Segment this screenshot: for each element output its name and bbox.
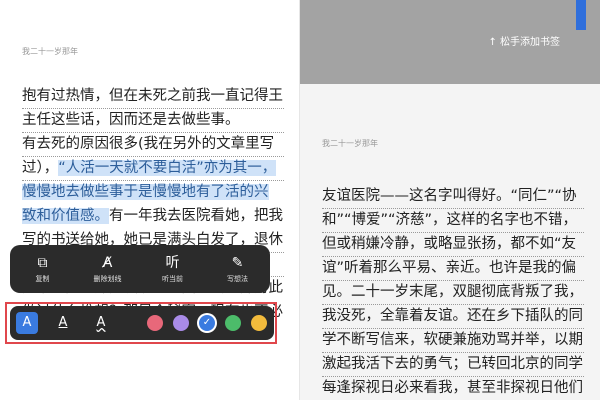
bookmark-hint: ↑ 松手添加书签 — [488, 37, 560, 48]
bookmark-pull-area[interactable]: ↑ 松手添加书签 — [300, 0, 600, 84]
text-segment[interactable]: 见。二十一岁末尾，双腿彻底背叛了我， — [322, 284, 583, 300]
fill-style-button[interactable]: A — [16, 312, 38, 334]
bookmark-ribbon-icon — [576, 0, 586, 30]
text-line[interactable]: 过），“人活一天就不要白活”亦为其一， — [22, 156, 284, 181]
color-swatch-green[interactable] — [225, 315, 241, 331]
text-segment[interactable]: 和”“博爱”“济慈”，这样的名字也不错， — [322, 212, 577, 228]
text-line[interactable]: 学不断写信来，软硬兼施劝骂并举，以期 — [322, 328, 584, 353]
color-swatch-purple[interactable] — [173, 315, 189, 331]
chapter-header: 我二十一岁那年 — [22, 47, 78, 56]
text-segment[interactable]: 我没死，全靠着友谊。还在乡下插队的同 — [322, 308, 583, 324]
selection-toolbar: ⧉ 复制 A̸ 删除划线 听听当前 ✎ 写想法 — [10, 245, 270, 293]
listen-button[interactable]: 听听当前 — [140, 245, 205, 293]
text-segment[interactable]: 有一年我去医院看她，把我 — [109, 208, 283, 224]
chapter-header: 我二十一岁那年 — [322, 139, 378, 148]
wavy-style-button[interactable]: A — [90, 312, 112, 334]
text-line[interactable]: 我没死，全靠着友谊。还在乡下插队的同 — [322, 304, 584, 329]
listen-label: 听当前 — [162, 275, 183, 283]
color-swatch-yellow[interactable] — [251, 315, 267, 331]
delete-underline-icon: A̸ — [102, 255, 113, 271]
text-segment[interactable]: 有去死的原因很多(我在另外的文章里写 — [22, 136, 274, 152]
text-line[interactable]: 但或稍嫌冷静，或略显张扬，都不如“友 — [322, 232, 584, 257]
text-line[interactable]: 谊”听着那么平易、亲近。也许是我的偏 — [322, 256, 584, 281]
underline-style-button[interactable]: A — [52, 312, 74, 334]
text-line[interactable]: 慢慢地去做些事于是慢慢地有了活的兴 — [22, 180, 284, 204]
text-line[interactable]: 致和价值感。有一年我去医院看她，把我 — [22, 204, 284, 228]
copy-button[interactable]: ⧉ 复制 — [10, 245, 75, 293]
text-segment[interactable]: 但或稍嫌冷静，或略显张扬，都不如“友 — [322, 236, 576, 252]
text-line[interactable]: 和”“博爱”“济慈”，这样的名字也不错， — [322, 208, 584, 233]
highlighted-text[interactable]: “人活一天就不要白活”亦为其一， — [58, 160, 277, 176]
text-line[interactable]: 抱有过热情，但在未死之前我一直记得王 — [22, 84, 284, 109]
text-segment[interactable]: 谊”听着那么平易、亲近。也许是我的偏 — [322, 260, 576, 276]
reader-page-right[interactable]: ↑ 松手添加书签 我二十一岁那年 友谊医院——这名字叫得好。“同仁”“协 和”“博… — [300, 0, 600, 400]
text-line[interactable]: 主任这些话，因而还是去做些事。 — [22, 108, 284, 133]
write-thought-label: 写想法 — [227, 275, 248, 283]
text-segment[interactable]: 友谊医院——这名字叫得好。“同仁”“协 — [322, 188, 577, 204]
text-line[interactable]: 每逢探视日必来看我，甚至非探视日他们 — [322, 376, 584, 400]
highlighted-text[interactable]: 慢慢地去做些事于是慢慢地有了活的兴 — [22, 184, 269, 200]
text-segment[interactable]: 主任这些话，因而还是去做些事。 — [22, 112, 240, 128]
text-segment[interactable]: 抱有过热情，但在未死之前我一直记得王 — [22, 88, 283, 104]
text-line[interactable]: 友谊医院——这名字叫得好。“同仁”“协 — [322, 184, 584, 209]
write-thought-icon: ✎ — [231, 255, 244, 271]
copy-label: 复制 — [35, 275, 50, 283]
color-swatch-red[interactable] — [147, 315, 163, 331]
text-segment[interactable]: 每逢探视日必来看我，甚至非探视日他们 — [322, 380, 583, 396]
highlighted-text[interactable]: 致和价值感。 — [22, 208, 109, 224]
color-swatch-blue[interactable]: ✓ — [199, 315, 215, 331]
highlight-style-bar: A A A ✓ — [10, 306, 274, 340]
text-line[interactable]: 有去死的原因很多(我在另外的文章里写 — [22, 132, 284, 157]
text-segment[interactable]: 过）， — [22, 160, 58, 176]
copy-icon: ⧉ — [37, 255, 48, 271]
delete-underline-button[interactable]: A̸ 删除划线 — [75, 245, 140, 293]
text-line[interactable]: 见。二十一岁末尾，双腿彻底背叛了我， — [322, 280, 584, 305]
text-segment[interactable]: 激起我活下去的勇气；已转回北京的同学 — [322, 356, 583, 372]
text-line[interactable]: 激起我活下去的勇气；已转回北京的同学 — [322, 352, 584, 377]
delete-underline-label: 删除划线 — [93, 275, 122, 283]
listen-icon: 听 — [165, 255, 180, 271]
write-thought-button[interactable]: ✎ 写想法 — [205, 245, 270, 293]
text-segment[interactable]: 学不断写信来，软硬兼施劝骂并举，以期 — [322, 332, 583, 348]
